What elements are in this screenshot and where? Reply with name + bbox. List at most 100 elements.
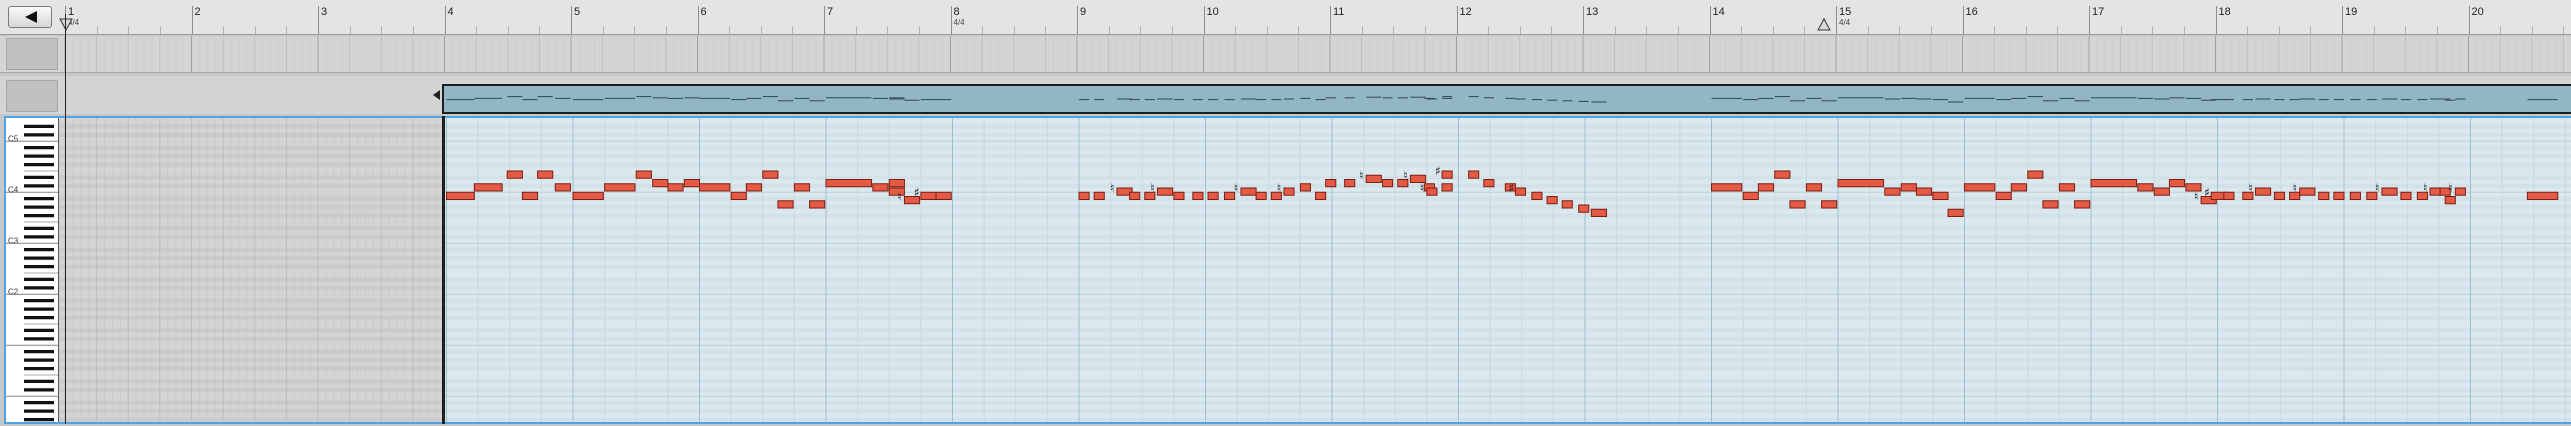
midi-note[interactable] xyxy=(762,170,779,179)
midi-note[interactable] xyxy=(1742,191,1759,200)
midi-note[interactable] xyxy=(1757,183,1774,192)
midi-note[interactable] xyxy=(1546,196,1558,205)
velocity-lane[interactable] xyxy=(0,36,2571,73)
midi-note[interactable] xyxy=(2273,191,2286,200)
midi-note[interactable] xyxy=(2153,187,2170,196)
midi-note[interactable] xyxy=(1173,191,1185,200)
midi-note[interactable] xyxy=(1315,191,1327,200)
midi-note[interactable] xyxy=(473,183,503,192)
midi-note[interactable] xyxy=(1093,191,1105,200)
midi-note[interactable] xyxy=(1441,170,1453,179)
midi-note[interactable] xyxy=(2333,191,2345,200)
midi-note[interactable] xyxy=(1590,208,1608,217)
midi-note[interactable] xyxy=(537,170,554,179)
midi-note[interactable] xyxy=(1483,179,1495,188)
midi-note[interactable] xyxy=(2223,191,2235,200)
midi-note[interactable] xyxy=(1578,204,1590,213)
midi-note[interactable] xyxy=(1129,191,1141,200)
midi-note[interactable] xyxy=(2444,196,2456,205)
midi-note[interactable] xyxy=(683,179,701,188)
midi-note[interactable] xyxy=(2381,187,2398,196)
midi-note[interactable] xyxy=(2299,187,2316,196)
midi-note[interactable] xyxy=(446,191,475,200)
midi-note[interactable] xyxy=(506,170,523,179)
midi-note[interactable] xyxy=(1837,179,1885,188)
midi-note[interactable] xyxy=(2027,170,2044,179)
lane-header[interactable] xyxy=(6,38,58,70)
midi-note[interactable] xyxy=(1255,191,1267,200)
midi-note[interactable] xyxy=(1884,187,1901,196)
midi-note[interactable] xyxy=(935,191,952,200)
midi-note[interactable] xyxy=(2400,191,2412,200)
midi-note[interactable] xyxy=(2010,183,2027,192)
midi-note[interactable] xyxy=(652,179,669,188)
midi-note[interactable] xyxy=(1325,179,1337,188)
midi-clip-overview[interactable] xyxy=(442,84,2571,114)
midi-note[interactable] xyxy=(730,191,747,200)
midi-note[interactable] xyxy=(1915,187,1933,196)
back-button[interactable] xyxy=(8,6,52,28)
midi-note[interactable] xyxy=(888,179,905,188)
midi-note[interactable] xyxy=(2254,187,2272,196)
midi-note[interactable] xyxy=(572,191,604,200)
midi-note[interactable] xyxy=(1561,200,1573,209)
midi-note[interactable] xyxy=(1283,187,1295,196)
midi-note[interactable] xyxy=(872,183,889,192)
midi-note[interactable] xyxy=(1078,191,1090,200)
midi-note[interactable] xyxy=(1441,183,1453,192)
midi-note[interactable] xyxy=(635,170,652,179)
midi-note[interactable] xyxy=(920,191,937,200)
midi-note[interactable] xyxy=(745,183,762,192)
midi-note[interactable] xyxy=(667,183,684,192)
midi-note[interactable] xyxy=(1789,200,1806,209)
midi-note[interactable] xyxy=(1468,170,1480,179)
midi-note[interactable] xyxy=(1995,191,2012,200)
midi-note[interactable] xyxy=(1514,187,1527,196)
piano-keys[interactable]: C5 C4 C3 C2 xyxy=(6,118,58,422)
midi-note[interactable] xyxy=(825,179,873,188)
piano-keyboard[interactable]: C5 C4 C3 C2 xyxy=(6,118,59,422)
midi-note[interactable] xyxy=(2429,187,2441,196)
midi-note[interactable] xyxy=(1711,183,1743,192)
midi-note[interactable] xyxy=(2042,200,2059,209)
midi-note[interactable] xyxy=(1207,191,1219,200)
midi-note[interactable] xyxy=(1932,191,1949,200)
midi-note[interactable] xyxy=(2137,183,2154,192)
midi-note[interactable] xyxy=(2454,187,2466,196)
midi-note[interactable] xyxy=(1344,179,1356,188)
midi-note[interactable] xyxy=(2058,183,2076,192)
midi-note[interactable] xyxy=(1156,187,1174,196)
midi-note[interactable] xyxy=(2090,179,2138,188)
midi-note[interactable] xyxy=(1240,187,1257,196)
midi-note[interactable] xyxy=(809,200,826,209)
locator-marker-icon[interactable] xyxy=(1817,18,1831,32)
timeline-ruler[interactable]: 1 2 3 4 5 6 7 8 9 10 11 12 13 14 15 16 17 18 19 20 4/4 4/4 4/4 xyxy=(0,0,2571,35)
midi-note[interactable] xyxy=(1426,187,1438,196)
midi-note[interactable] xyxy=(2526,191,2559,200)
midi-note[interactable] xyxy=(1365,174,1382,183)
midi-note[interactable] xyxy=(1531,191,1543,200)
midi-note[interactable] xyxy=(793,183,811,192)
playhead-handle-icon[interactable] xyxy=(59,18,73,32)
midi-note[interactable] xyxy=(2318,191,2330,200)
midi-note[interactable] xyxy=(521,191,539,200)
midi-note[interactable] xyxy=(1947,208,1964,217)
midi-note[interactable] xyxy=(1821,200,1838,209)
midi-note[interactable] xyxy=(1774,170,1791,179)
midi-note[interactable] xyxy=(2168,179,2186,188)
midi-note[interactable] xyxy=(604,183,636,192)
midi-note[interactable] xyxy=(1805,183,1823,192)
bar-line xyxy=(1836,6,1837,34)
midi-note[interactable] xyxy=(1900,183,1917,192)
clip-start-arrow-icon[interactable] xyxy=(433,90,441,100)
midi-note[interactable] xyxy=(1964,183,1996,192)
midi-note[interactable] xyxy=(1192,191,1204,200)
midi-note[interactable] xyxy=(554,183,571,192)
midi-note[interactable] xyxy=(777,200,794,209)
midi-note[interactable] xyxy=(2349,191,2361,200)
lane-header[interactable] xyxy=(6,80,58,112)
midi-note[interactable] xyxy=(1299,183,1311,192)
midi-note[interactable] xyxy=(2074,200,2091,209)
midi-note[interactable] xyxy=(699,183,731,192)
midi-note[interactable] xyxy=(1382,179,1394,188)
